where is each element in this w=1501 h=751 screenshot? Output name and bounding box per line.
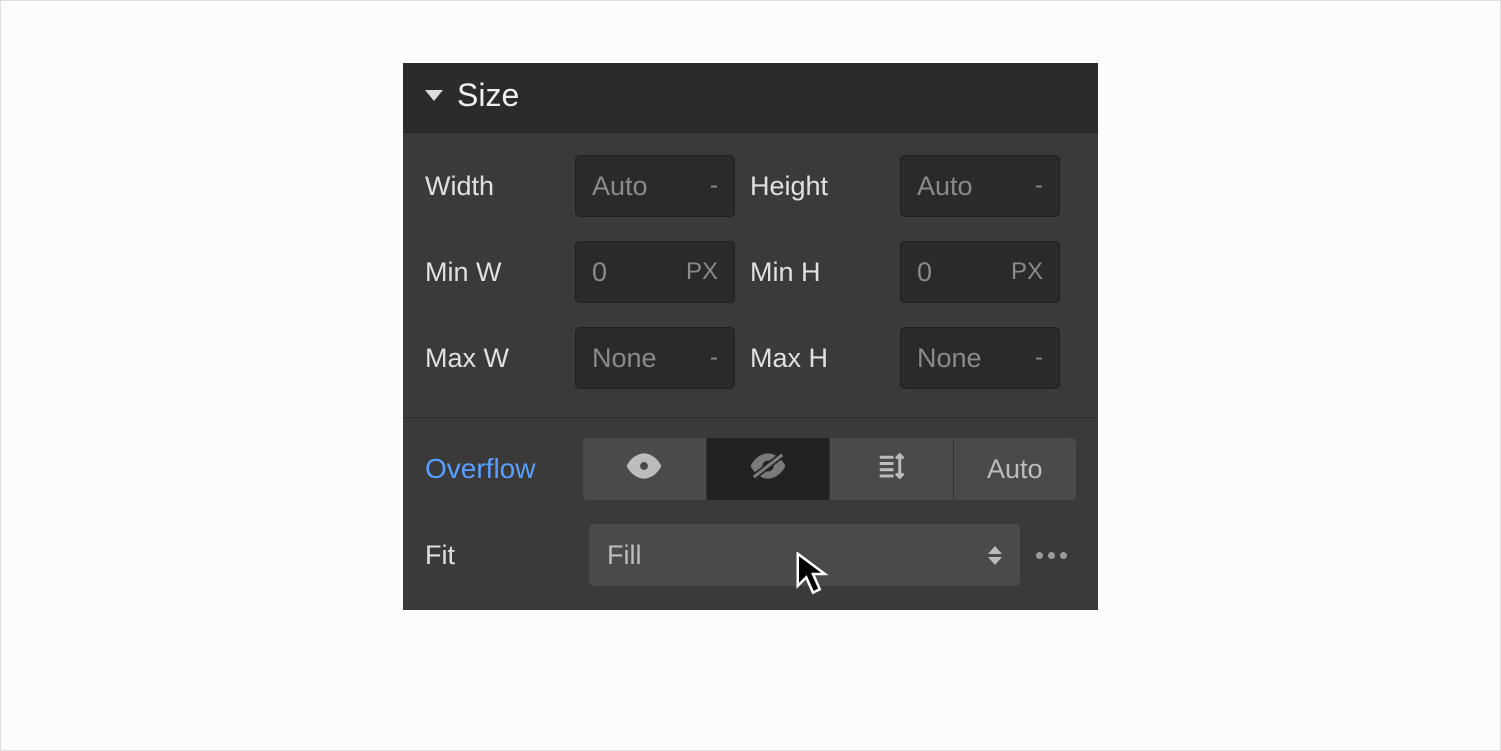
height-unit[interactable]: - — [1035, 172, 1043, 200]
maxw-label: Max W — [425, 343, 575, 374]
select-caret-icon — [988, 546, 1002, 565]
overflow-visible-button[interactable] — [583, 438, 707, 500]
overflow-auto-text: Auto — [987, 454, 1043, 485]
minh-label: Min H — [750, 257, 900, 288]
eye-off-icon — [749, 451, 787, 488]
fit-select[interactable]: Fill — [589, 524, 1020, 586]
width-input[interactable]: Auto - — [575, 155, 735, 217]
maxw-unit[interactable]: - — [710, 344, 718, 372]
width-value: Auto — [592, 171, 648, 202]
overflow-hidden-button[interactable] — [707, 438, 831, 500]
overflow-scroll-button[interactable] — [830, 438, 954, 500]
size-panel: Size Width Auto - Height Auto - Min W 0 … — [403, 63, 1098, 610]
fit-value: Fill — [607, 540, 642, 571]
overflow-segmented-control: Auto — [583, 438, 1076, 500]
size-section-header[interactable]: Size — [403, 63, 1098, 133]
minw-label: Min W — [425, 257, 575, 288]
maxw-input[interactable]: None - — [575, 327, 735, 389]
size-fields: Width Auto - Height Auto - Min W 0 PX Mi… — [403, 133, 1098, 418]
width-label: Width — [425, 171, 575, 202]
minh-unit[interactable]: PX — [1011, 258, 1043, 286]
fit-more-button[interactable] — [1026, 552, 1076, 559]
height-label: Height — [750, 171, 900, 202]
overflow-row: Overflow — [425, 438, 1076, 500]
fit-label: Fit — [425, 540, 583, 571]
maxh-input[interactable]: None - — [900, 327, 1060, 389]
size-row-width-height: Width Auto - Height Auto - — [425, 155, 1076, 217]
dot-icon — [1060, 552, 1067, 559]
minw-value: 0 — [592, 257, 607, 288]
overflow-label: Overflow — [425, 453, 583, 485]
height-input[interactable]: Auto - — [900, 155, 1060, 217]
minh-input[interactable]: 0 PX — [900, 241, 1060, 303]
minw-input[interactable]: 0 PX — [575, 241, 735, 303]
height-value: Auto — [917, 171, 973, 202]
scroll-icon — [872, 451, 910, 488]
maxh-value: None — [917, 343, 982, 374]
disclosure-down-icon — [425, 90, 443, 101]
dot-icon — [1036, 552, 1043, 559]
minw-unit[interactable]: PX — [686, 258, 718, 286]
overflow-auto-button[interactable]: Auto — [954, 438, 1077, 500]
maxw-value: None — [592, 343, 657, 374]
eye-icon — [625, 451, 663, 488]
minh-value: 0 — [917, 257, 932, 288]
section-title: Size — [457, 77, 519, 114]
maxh-label: Max H — [750, 343, 900, 374]
fit-row: Fit Fill — [425, 524, 1076, 586]
width-unit[interactable]: - — [710, 172, 718, 200]
size-row-min: Min W 0 PX Min H 0 PX — [425, 241, 1076, 303]
dot-icon — [1048, 552, 1055, 559]
maxh-unit[interactable]: - — [1035, 344, 1043, 372]
size-row-max: Max W None - Max H None - — [425, 327, 1076, 389]
overflow-fit-block: Overflow — [403, 418, 1098, 610]
